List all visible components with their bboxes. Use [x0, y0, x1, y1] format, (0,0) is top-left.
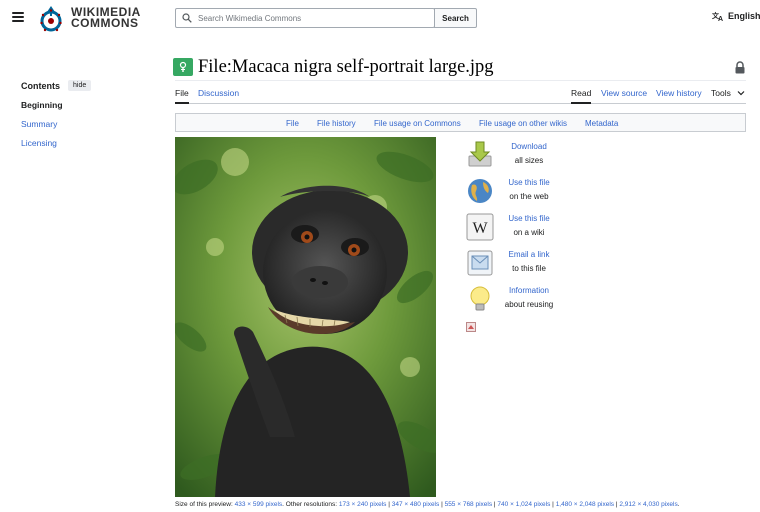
preview-size-note: Size of this preview: 433 × 599 pixels. … — [175, 501, 680, 508]
filenav-usage-other-wikis[interactable]: File usage on other wikis — [479, 119, 567, 128]
tab-discussion[interactable]: Discussion — [198, 88, 239, 98]
resolution-link-2912[interactable]: 2,912 × 4,030 pixels — [619, 501, 677, 508]
language-selector[interactable]: 文 A English — [712, 11, 760, 21]
main-menu-button[interactable] — [12, 12, 24, 22]
filenav-file-history[interactable]: File history — [317, 119, 356, 128]
use-on-web-sub: on the web — [509, 192, 549, 201]
toc-item-licensing[interactable]: Licensing — [21, 138, 91, 148]
resolution-link-1480[interactable]: 1,480 × 2,048 pixels — [556, 501, 614, 508]
search-input[interactable] — [198, 13, 418, 23]
site-wordmark[interactable]: WIKIMEDIA COMMONS — [71, 6, 141, 30]
information-link[interactable]: Information — [489, 286, 569, 295]
svg-text:A: A — [718, 16, 723, 21]
file-preview-image[interactable] — [175, 137, 436, 497]
filenav-metadata[interactable]: Metadata — [585, 119, 618, 128]
small-file-icon[interactable] — [466, 322, 476, 332]
wikimedia-commons-logo[interactable] — [38, 4, 64, 34]
language-icon: 文 A — [712, 11, 723, 21]
download-sub: all sizes — [514, 156, 544, 165]
file-page-icon — [173, 58, 193, 76]
information-sub: about reusing — [504, 300, 554, 309]
search-button[interactable]: Search — [434, 8, 477, 28]
resolution-link-555[interactable]: 555 × 768 pixels — [445, 501, 493, 508]
email-sub: to this file — [512, 264, 546, 273]
lock-icon[interactable] — [734, 61, 746, 74]
search-box — [175, 8, 435, 28]
resolution-link-347[interactable]: 347 × 480 pixels — [392, 501, 440, 508]
table-of-contents: Contents hide Beginning Summary Licensin… — [21, 80, 92, 148]
chevron-down-icon — [737, 91, 745, 96]
use-on-web-link[interactable]: Use this file — [489, 178, 569, 187]
toc-item-summary[interactable]: Summary — [21, 119, 91, 129]
use-on-wiki-sub: on a wiki — [513, 228, 545, 237]
wordmark-line2: COMMONS — [71, 16, 139, 30]
resolution-link-173[interactable]: 173 × 240 pixels — [339, 501, 387, 508]
tab-read[interactable]: Read — [571, 88, 591, 98]
filenav-usage-commons[interactable]: File usage on Commons — [374, 119, 461, 128]
file-section-nav: File File history File usage on Commons … — [175, 113, 746, 132]
toc-title: Contents — [21, 80, 60, 91]
tab-view-source[interactable]: View source — [601, 88, 647, 98]
filenav-file[interactable]: File — [286, 119, 299, 128]
page-title: File:Macaca nigra self-portrait large.jp… — [198, 57, 494, 77]
email-link[interactable]: Email a link — [489, 250, 569, 259]
preview-size-link[interactable]: 433 × 599 pixels — [235, 501, 283, 508]
search-icon — [182, 13, 192, 23]
resolution-link-740[interactable]: 740 × 1,024 pixels — [497, 501, 550, 508]
footnote-end: . — [677, 501, 680, 508]
tab-file[interactable]: File — [175, 88, 189, 98]
preview-size-prefix: Size of this preview: — [175, 501, 233, 508]
svg-text:W: W — [472, 220, 488, 237]
tab-read-underline — [571, 102, 591, 104]
other-resolutions-label: . Other resolutions: — [282, 501, 338, 508]
use-on-wiki-link[interactable]: Use this file — [489, 214, 569, 223]
tab-file-underline — [175, 102, 189, 104]
toc-hide-button[interactable]: hide — [68, 80, 92, 91]
tab-view-history[interactable]: View history — [656, 88, 702, 98]
download-link[interactable]: Download — [489, 142, 569, 151]
tools-menu[interactable]: Tools — [711, 88, 745, 98]
language-label: English — [728, 11, 760, 21]
toc-item-beginning[interactable]: Beginning — [21, 100, 91, 110]
tools-label: Tools — [711, 88, 731, 98]
